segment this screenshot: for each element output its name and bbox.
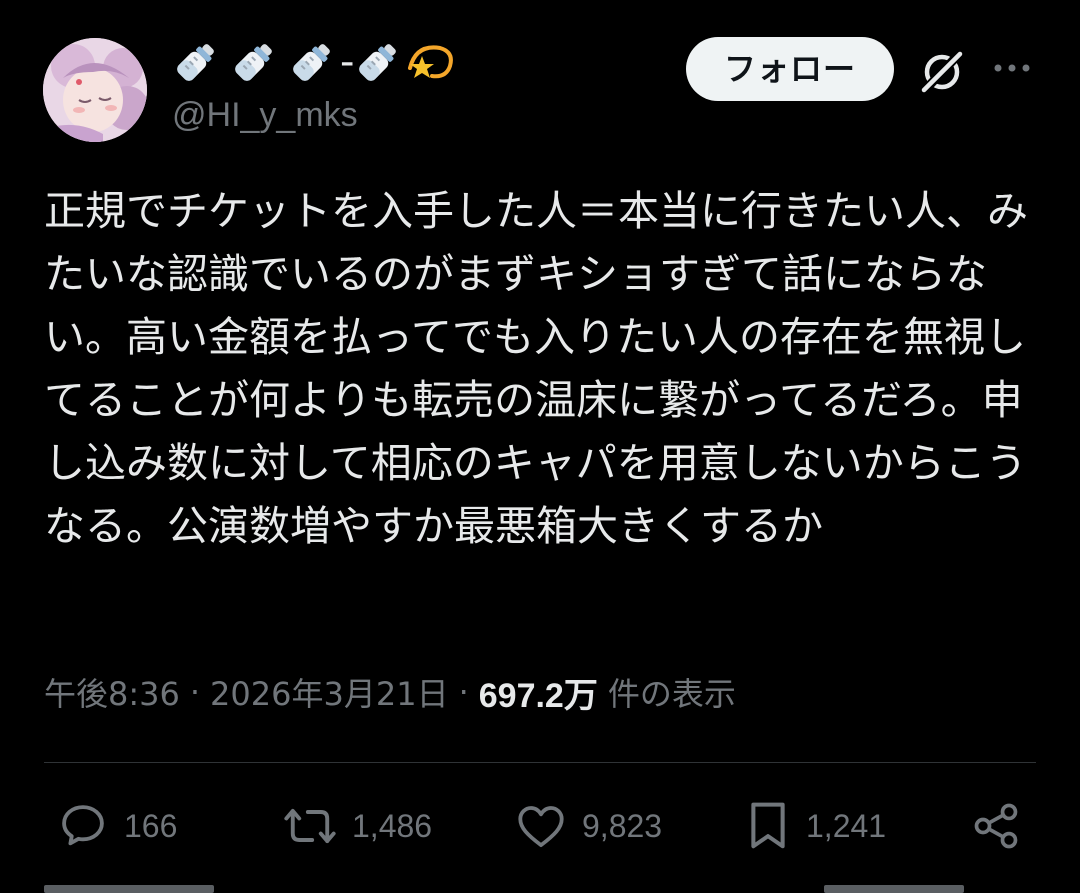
more-icon[interactable]	[990, 52, 1034, 84]
repost-icon	[284, 808, 336, 844]
follow-button[interactable]: フォロー	[686, 37, 894, 101]
meta-separator: ·	[189, 673, 201, 711]
bookmark-button[interactable]: 1,241	[744, 796, 886, 856]
baby-bottle-icon	[235, 44, 272, 81]
next-section-peek	[44, 880, 1036, 893]
share-icon	[974, 803, 1018, 849]
baby-bottle-icon	[293, 44, 330, 81]
meta-separator: ·	[458, 673, 469, 711]
avatar-illustration	[43, 38, 147, 142]
display-name[interactable]: -	[172, 34, 456, 90]
peek-text-fragment	[824, 885, 964, 893]
user-handle[interactable]: @HI_y_mks	[172, 93, 358, 137]
grok-icon[interactable]	[915, 44, 969, 98]
bookmark-icon	[751, 802, 785, 849]
repost-count: 1,486	[352, 807, 433, 844]
baby-bottle-icon	[359, 44, 397, 81]
tweet-date[interactable]: 2026年3月21日	[210, 669, 449, 715]
reply-icon	[62, 805, 104, 846]
like-count: 9,823	[582, 807, 663, 844]
baby-bottle-icon	[177, 44, 214, 81]
share-button[interactable]	[970, 796, 1022, 856]
divider	[44, 762, 1036, 763]
heart-icon	[518, 806, 564, 848]
dizzy-star-icon	[408, 45, 454, 79]
tweet-meta: 午後8:36 · 2026年3月21日 · 697.2万 件の表示	[44, 666, 736, 718]
dash-separator: -	[340, 39, 355, 85]
avatar[interactable]	[43, 38, 147, 142]
views-label: 件の表示	[607, 675, 736, 713]
tweet-text: 正規でチケットを入手した人＝本当に行きたい人、みたいな認識でいるのがまずキショす…	[44, 187, 1028, 550]
peek-text-fragment	[44, 885, 214, 893]
reply-count: 166	[124, 807, 178, 844]
views-count[interactable]: 697.2万	[479, 668, 598, 717]
repost-button[interactable]: 1,486	[282, 796, 432, 856]
reply-button[interactable]: 166	[56, 796, 177, 856]
like-button[interactable]: 9,823	[514, 796, 662, 856]
tweet-time[interactable]: 午後8:36	[44, 669, 180, 715]
bookmark-count: 1,241	[806, 807, 887, 844]
